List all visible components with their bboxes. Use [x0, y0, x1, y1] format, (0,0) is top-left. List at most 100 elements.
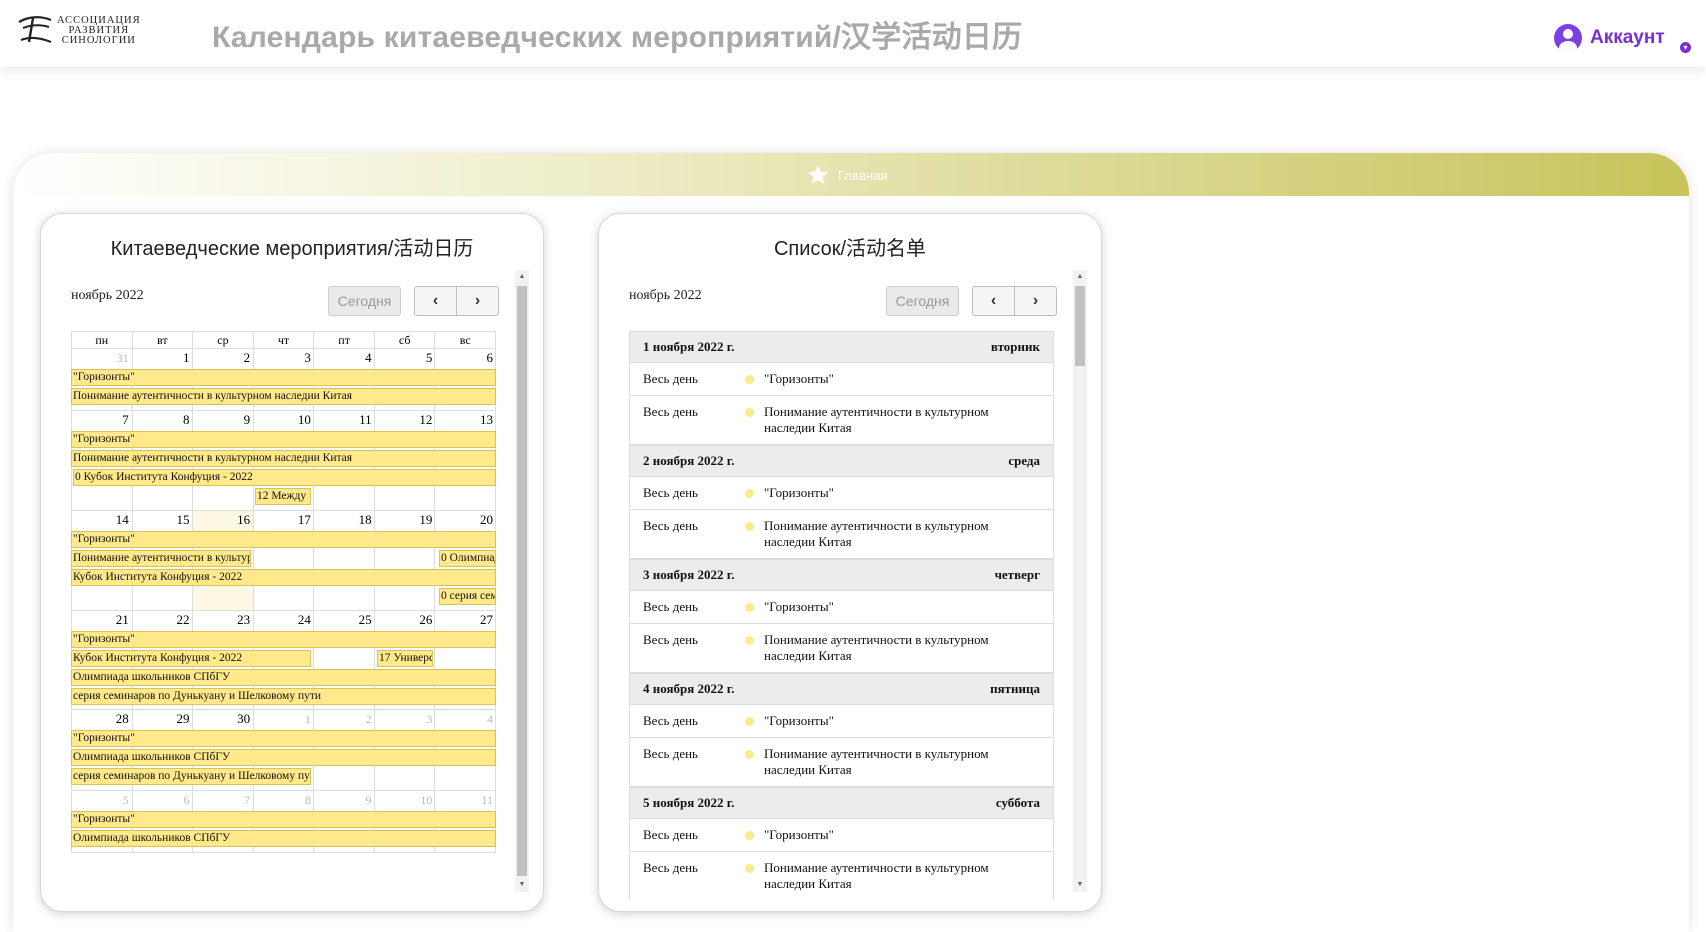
chevron-down-icon[interactable]: ▾ [1680, 42, 1691, 53]
day-number[interactable]: 11 [314, 411, 375, 429]
calendar-event[interactable]: "Горизонты" [71, 431, 496, 448]
calendar-event[interactable]: 0 серия семинаров [439, 588, 496, 605]
day-number[interactable]: 15 [132, 511, 193, 529]
day-number[interactable]: 21 [71, 611, 132, 629]
day-number[interactable]: 8 [253, 791, 314, 809]
day-number[interactable]: 7 [71, 411, 132, 429]
day-number[interactable]: 6 [435, 349, 496, 367]
day-number[interactable]: 30 [192, 710, 253, 728]
scroll-down-icon[interactable]: ▼ [515, 878, 529, 892]
day-number[interactable]: 23 [192, 611, 253, 629]
day-number[interactable]: 13 [435, 411, 496, 429]
day-number[interactable]: 1 [132, 349, 193, 367]
calendar-event[interactable]: Кубок Института Конфуция - 2022 [71, 650, 311, 667]
list-day-date: 4 ноября 2022 г. [643, 681, 735, 696]
day-number[interactable]: 8 [132, 411, 193, 429]
list-item[interactable]: Весь день "Горизонты" [629, 477, 1054, 510]
calendar-today-button[interactable]: Сегодня [328, 286, 401, 316]
day-number[interactable]: 28 [71, 710, 132, 728]
day-number[interactable]: 20 [435, 511, 496, 529]
list-item[interactable]: Весь день Понимание аутентичности в куль… [629, 738, 1054, 787]
calendar-event[interactable]: Понимание аутентичности в культурном нас… [71, 550, 251, 567]
day-number[interactable]: 9 [192, 411, 253, 429]
user-icon [1554, 24, 1582, 52]
breadcrumb[interactable]: Главная [806, 163, 887, 187]
list-item[interactable]: Весь день "Горизонты" [629, 819, 1054, 852]
day-number[interactable]: 4 [314, 349, 375, 367]
day-number[interactable]: 29 [132, 710, 193, 728]
calendar-event[interactable]: серия семинаров по Дунькуану и Шелковому… [71, 768, 311, 785]
list-scrollbar[interactable]: ▲ ▼ [1073, 270, 1087, 892]
calendar-event[interactable]: 17 Университет [377, 650, 433, 667]
day-number[interactable]: 16 [192, 511, 253, 529]
day-number[interactable]: 9 [314, 791, 375, 809]
calendar-scrollbar[interactable]: ▲ ▼ [515, 270, 529, 892]
list-today-button[interactable]: Сегодня [886, 286, 959, 316]
list-item-title: Понимание аутентичности в культурном нас… [764, 404, 989, 435]
day-number[interactable]: 27 [435, 611, 496, 629]
list-item[interactable]: Весь день Понимание аутентичности в куль… [629, 510, 1054, 559]
site-logo[interactable]: АССОЦИАЦИЯ РАЗВИТИЯ СИНОЛОГИИ [15, 14, 175, 48]
day-number[interactable]: 3 [253, 349, 314, 367]
day-number[interactable]: 11 [435, 791, 496, 809]
day-number[interactable]: 10 [253, 411, 314, 429]
list-item[interactable]: Весь день "Горизонты" [629, 363, 1054, 396]
calendar-event[interactable]: "Горизонты" [71, 531, 496, 548]
list-item[interactable]: Весь день Понимание аутентичности в куль… [629, 624, 1054, 673]
scroll-thumb[interactable] [1075, 286, 1085, 366]
day-number[interactable]: 10 [375, 791, 436, 809]
calendar-next-button[interactable]: › [456, 287, 498, 315]
calendar-event[interactable]: Понимание аутентичности в культурном нас… [71, 388, 496, 405]
day-number[interactable]: 3 [375, 710, 436, 728]
top-header: АССОЦИАЦИЯ РАЗВИТИЯ СИНОЛОГИИ Календарь … [0, 0, 1706, 67]
day-number[interactable]: 6 [132, 791, 193, 809]
day-number[interactable]: 25 [314, 611, 375, 629]
week-row: 28 29 30 1 2 3 4 "Горизонты" Олимпиада ш… [71, 710, 497, 791]
list-day-header: 5 ноября 2022 г. суббота [629, 787, 1054, 819]
calendar-event[interactable]: 0 Кубок Института Конфуция - 2022 [73, 469, 496, 486]
day-number[interactable]: 31 [71, 349, 132, 367]
account-button[interactable]: Аккаунт [1554, 24, 1665, 52]
list-day-header: 1 ноября 2022 г. вторник [629, 331, 1054, 363]
day-number[interactable]: 12 [375, 411, 436, 429]
calendar-prev-button[interactable]: ‹ [415, 287, 456, 315]
day-number[interactable]: 18 [314, 511, 375, 529]
scroll-thumb[interactable] [517, 286, 527, 876]
calendar-event[interactable]: "Горизонты" [71, 631, 496, 648]
event-dot-icon [745, 864, 754, 873]
calendar-event[interactable]: Олимпиада школьников СПбГУ [71, 669, 496, 686]
calendar-event[interactable]: "Горизонты" [71, 730, 496, 747]
day-number[interactable]: 24 [253, 611, 314, 629]
scroll-up-icon[interactable]: ▲ [515, 270, 529, 284]
list-item[interactable]: Весь день Понимание аутентичности в куль… [629, 852, 1054, 899]
calendar-event[interactable]: "Горизонты" [71, 811, 496, 828]
calendar-event[interactable]: Олимпиада школьников СПбГУ [71, 830, 496, 847]
scroll-down-icon[interactable]: ▼ [1073, 878, 1087, 892]
day-number[interactable]: 19 [375, 511, 436, 529]
day-number[interactable]: 17 [253, 511, 314, 529]
day-number[interactable]: 14 [71, 511, 132, 529]
day-number[interactable]: 5 [375, 349, 436, 367]
scroll-up-icon[interactable]: ▲ [1073, 270, 1087, 284]
day-number[interactable]: 4 [435, 710, 496, 728]
list-prev-button[interactable]: ‹ [973, 287, 1014, 315]
calendar-event[interactable]: серия семинаров по Дунькуану и Шелковому… [71, 688, 496, 705]
day-number[interactable]: 26 [375, 611, 436, 629]
calendar-event[interactable]: Понимание аутентичности в культурном нас… [71, 450, 496, 467]
day-number[interactable]: 22 [132, 611, 193, 629]
day-number[interactable]: 5 [71, 791, 132, 809]
calendar-event[interactable]: "Горизонты" [71, 369, 496, 386]
list-item[interactable]: Весь день "Горизонты" [629, 705, 1054, 738]
list-item[interactable]: Весь день Понимание аутентичности в куль… [629, 396, 1054, 445]
calendar-event[interactable]: Кубок Института Конфуция - 2022 [71, 569, 496, 586]
list-day-header: 3 ноября 2022 г. четверг [629, 559, 1054, 591]
list-item[interactable]: Весь день "Горизонты" [629, 591, 1054, 624]
day-number[interactable]: 2 [314, 710, 375, 728]
day-number[interactable]: 7 [192, 791, 253, 809]
calendar-event[interactable]: 0 Олимпиада [439, 550, 496, 567]
calendar-event[interactable]: Олимпиада школьников СПбГУ [71, 749, 496, 766]
day-number[interactable]: 2 [192, 349, 253, 367]
calendar-event[interactable]: 12 Между [255, 488, 311, 505]
list-next-button[interactable]: › [1014, 287, 1056, 315]
day-number[interactable]: 1 [253, 710, 314, 728]
